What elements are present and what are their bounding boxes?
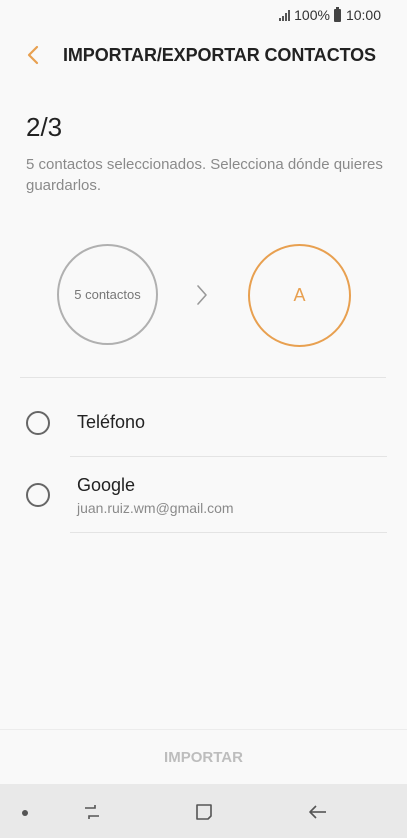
page-title: IMPORTAR/EXPORTAR CONTACTOS <box>63 44 376 65</box>
source-circle: 5 contactos <box>57 244 158 345</box>
recent-apps-button[interactable] <box>72 798 112 826</box>
app-header: IMPORTAR/EXPORTAR CONTACTOS <box>0 30 407 80</box>
divider <box>70 532 387 533</box>
back-nav-button[interactable] <box>298 797 338 827</box>
step-description: 5 contactos seleccionados. Selecciona dó… <box>26 156 383 194</box>
clock: 10:00 <box>345 7 381 23</box>
option-telefono[interactable]: Teléfono <box>0 378 407 457</box>
option-label: Google <box>77 475 136 495</box>
radio-google[interactable] <box>26 483 50 507</box>
source-label: 5 contactos <box>74 287 141 302</box>
dot-icon <box>22 810 28 816</box>
chevron-right-icon <box>197 285 207 305</box>
recent-apps-icon <box>85 805 99 819</box>
battery-icon <box>333 6 341 22</box>
navigation-bar <box>0 784 407 838</box>
nav-dot[interactable] <box>18 806 32 820</box>
home-icon <box>196 804 212 820</box>
option-label: Teléfono <box>77 412 146 432</box>
back-arrow-icon <box>309 805 326 819</box>
home-button[interactable] <box>184 797 224 827</box>
option-google[interactable]: Google juan.ruiz.wm@gmail.com <box>0 457 407 533</box>
signal-icon <box>279 9 291 21</box>
step-indicator: 2/3 <box>26 112 63 142</box>
import-button[interactable]: IMPORTAR <box>0 730 407 784</box>
battery-percent: 100% <box>294 7 330 23</box>
chevron-left-icon <box>27 45 39 65</box>
radio-telefono[interactable] <box>26 411 50 435</box>
target-label: A <box>293 285 306 305</box>
option-account: juan.ruiz.wm@gmail.com <box>77 500 234 516</box>
back-button[interactable] <box>8 30 58 80</box>
target-circle: A <box>248 244 351 347</box>
status-bar: 100% 10:00 <box>0 0 407 30</box>
